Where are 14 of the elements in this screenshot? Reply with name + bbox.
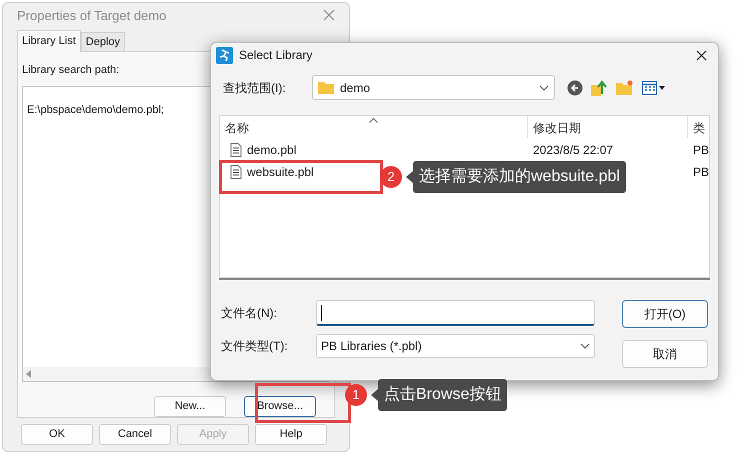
field-label: 文件类型(T): [221, 338, 289, 355]
file-type: PB [692, 164, 709, 180]
file-name: websuite.pbl [247, 164, 314, 180]
callout-text: 选择需要添加的websuite.pbl [413, 161, 626, 193]
file-type: PB [692, 142, 709, 158]
file-name: demo.pbl [247, 142, 296, 158]
field-label: 文件名(N): [221, 305, 278, 322]
library-path: E:\pbspace\demo\demo.pbl; [27, 104, 164, 116]
field-label: Library search path: [22, 62, 120, 78]
callout-text: 点击Browse按钮 [378, 379, 508, 411]
file-date: 2023/8/5 22:07 [532, 142, 614, 156]
dialog-title: Select Library [239, 47, 314, 64]
window-title: Properties of Target demo [17, 6, 166, 25]
step-number-badge: 1 [345, 384, 367, 406]
